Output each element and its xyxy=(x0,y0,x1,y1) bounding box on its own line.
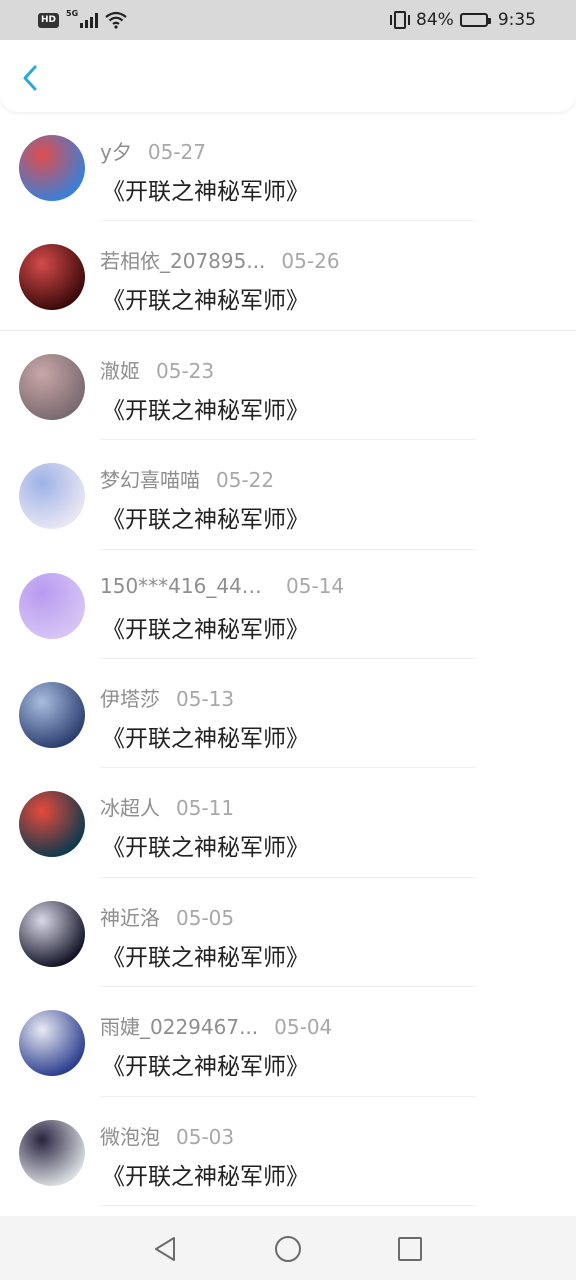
header xyxy=(0,40,576,112)
work-title[interactable]: 《开联之神秘军师》 xyxy=(102,1157,309,1191)
triangle-back-icon[interactable] xyxy=(150,1234,180,1264)
work-title[interactable]: 《开联之神秘军师》 xyxy=(102,391,309,425)
work-title[interactable]: 《开联之神秘军师》 xyxy=(102,281,309,315)
wifi-icon xyxy=(105,11,127,29)
item-meta: 若相依_207895... 05-26 xyxy=(100,245,340,274)
battery-percent: 84% xyxy=(416,10,454,30)
avatar[interactable] xyxy=(19,135,85,201)
post-date: 05-27 xyxy=(147,140,206,164)
work-title[interactable]: 《开联之神秘军师》 xyxy=(102,1047,309,1081)
user-name[interactable]: 神近洛 xyxy=(100,902,160,931)
status-bar: HD 5G 84% 9:35 xyxy=(0,0,576,40)
list-item[interactable]: 微泡泡 05-03 《开联之神秘军师》 xyxy=(0,1097,576,1206)
signal-icon: 5G xyxy=(66,9,99,28)
avatar[interactable] xyxy=(19,1010,85,1077)
list-item[interactable]: 雨婕_0229467... 05-04 《开联之神秘军师》 xyxy=(0,987,576,1097)
post-date: 05-04 xyxy=(274,1015,333,1040)
avatar[interactable] xyxy=(19,791,85,858)
user-name[interactable]: 伊塔莎 xyxy=(100,683,160,712)
vibrate-icon xyxy=(390,11,411,29)
system-nav-bar xyxy=(0,1216,576,1280)
list-item[interactable]: y夕 05-27 《开联之神秘军师》 xyxy=(0,112,576,222)
status-left: HD 5G xyxy=(38,8,127,32)
avatar[interactable] xyxy=(19,1119,85,1186)
user-name[interactable]: y夕 xyxy=(100,136,132,165)
post-date: 05-23 xyxy=(156,358,215,383)
chevron-left-icon[interactable] xyxy=(14,60,48,94)
item-meta: 神近洛 05-05 xyxy=(100,902,234,931)
user-name[interactable]: 微泡泡 xyxy=(100,1121,160,1150)
user-name[interactable]: 150***416_447... xyxy=(100,574,270,598)
list-item[interactable]: 神近洛 05-05 《开联之神秘军师》 xyxy=(0,878,576,988)
work-title[interactable]: 《开联之神秘军师》 xyxy=(102,610,309,644)
work-list: y夕 05-27 《开联之神秘军师》 若相依_207895... 05-26 《… xyxy=(0,112,576,1206)
post-date: 05-05 xyxy=(176,905,235,930)
item-meta: 梦幻喜喵喵 05-22 xyxy=(100,464,274,493)
clock: 9:35 xyxy=(497,10,536,30)
item-meta: 伊塔莎 05-13 xyxy=(100,683,234,712)
post-date: 05-11 xyxy=(176,796,235,821)
divider xyxy=(100,1204,476,1206)
avatar[interactable] xyxy=(19,463,85,530)
work-title[interactable]: 《开联之神秘军师》 xyxy=(102,828,309,862)
item-meta: y夕 05-27 xyxy=(100,136,206,165)
user-name[interactable]: 冰超人 xyxy=(100,792,160,821)
list-item[interactable]: 澈姬 05-23 《开联之神秘军师》 xyxy=(0,331,576,441)
work-title[interactable]: 《开联之神秘军师》 xyxy=(102,500,309,534)
list-item[interactable]: 梦幻喜喵喵 05-22 《开联之神秘军师》 xyxy=(0,440,576,550)
item-meta: 雨婕_0229467... 05-04 xyxy=(100,1011,332,1040)
post-date: 05-26 xyxy=(281,249,340,274)
user-name[interactable]: 若相依_207895... xyxy=(100,245,265,274)
avatar[interactable] xyxy=(19,244,85,311)
list-item[interactable]: 150***416_447... 05-14 《开联之神秘军师》 xyxy=(0,550,576,659)
work-title[interactable]: 《开联之神秘军师》 xyxy=(102,938,309,972)
item-meta: 150***416_447... 05-14 xyxy=(100,574,344,598)
battery-icon xyxy=(459,13,491,27)
status-right: 84% 9:35 xyxy=(390,8,536,32)
avatar[interactable] xyxy=(19,681,85,748)
item-meta: 澈姬 05-23 xyxy=(100,355,214,384)
item-meta: 冰超人 05-11 xyxy=(100,792,234,821)
user-name[interactable]: 澈姬 xyxy=(100,355,140,384)
post-date: 05-03 xyxy=(176,1124,235,1149)
item-meta: 微泡泡 05-03 xyxy=(100,1121,234,1150)
avatar[interactable] xyxy=(19,900,85,967)
user-name[interactable]: 梦幻喜喵喵 xyxy=(100,464,200,493)
work-title[interactable]: 《开联之神秘军师》 xyxy=(102,172,309,206)
list-item[interactable]: 伊塔莎 05-13 《开联之神秘军师》 xyxy=(0,659,576,769)
list-item[interactable]: 冰超人 05-11 《开联之神秘军师》 xyxy=(0,768,576,878)
list-item[interactable]: 若相依_207895... 05-26 《开联之神秘军师》 xyxy=(0,221,576,331)
post-date: 05-14 xyxy=(286,573,345,598)
post-date: 05-22 xyxy=(216,468,275,493)
post-date: 05-13 xyxy=(176,686,235,711)
square-recents-icon[interactable] xyxy=(395,1234,425,1264)
hd-badge: HD xyxy=(38,12,60,28)
work-title[interactable]: 《开联之神秘军师》 xyxy=(102,719,309,753)
circle-home-icon[interactable] xyxy=(273,1234,303,1264)
network-type: 5G xyxy=(66,9,79,18)
user-name[interactable]: 雨婕_0229467... xyxy=(100,1011,258,1040)
avatar[interactable] xyxy=(19,353,85,420)
avatar[interactable] xyxy=(19,572,85,639)
